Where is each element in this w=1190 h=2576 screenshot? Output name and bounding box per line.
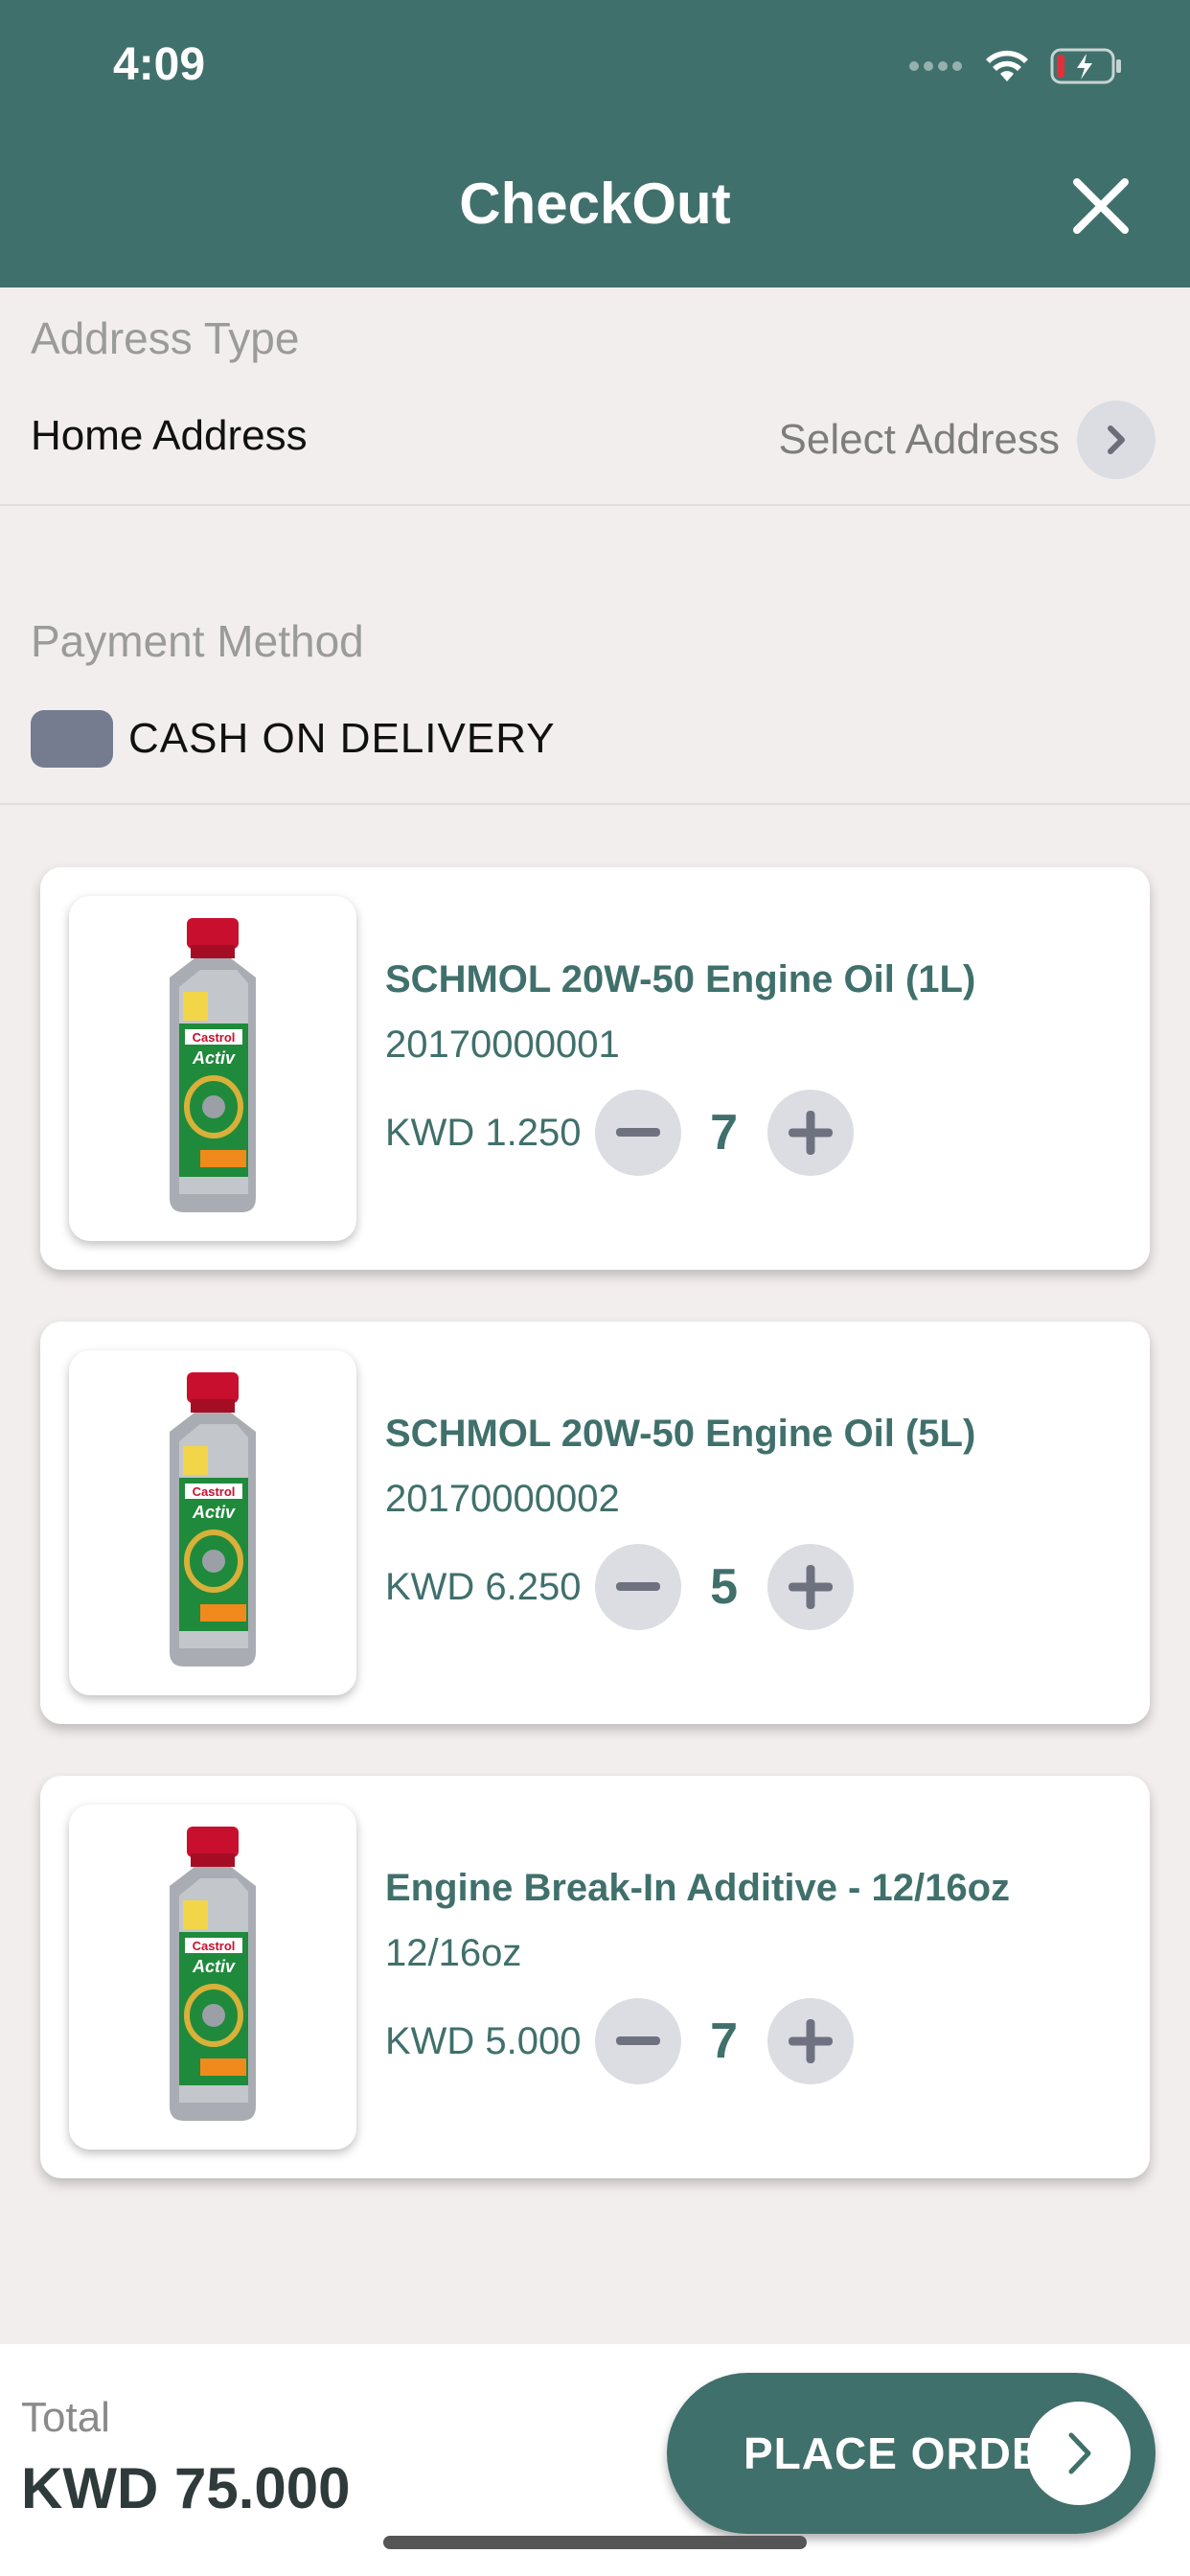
product-image: Castrol Activ [69,896,356,1241]
minus-icon [615,1128,660,1137]
wifi-icon [986,50,1028,81]
payment-option-cod[interactable]: CASH ON DELIVERY [31,709,556,769]
product-image: Castrol Activ [69,1350,356,1695]
address-type-value: Home Address [31,412,308,459]
chevron-right-icon [1077,401,1156,479]
oil-bottle-icon: Castrol Activ [170,918,256,1212]
price-row: KWD 1.250 7 [385,1090,854,1176]
svg-text:Castrol: Castrol [193,1939,236,1953]
page-title: CheckOut [459,172,731,236]
plus-icon [788,1111,833,1155]
decrease-quantity-button[interactable] [594,1544,681,1630]
close-button[interactable] [1067,172,1134,240]
select-address-label: Select Address [778,416,1061,463]
quantity-value: 5 [710,1559,738,1615]
increase-quantity-button[interactable] [767,1998,854,2084]
price-row: KWD 5.000 7 [385,1998,854,2084]
place-order-label: PLACE ORDER [744,2428,1075,2478]
address-type-label: Address Type [31,313,300,363]
address-section: Address Type Home Address Select Address [0,288,1190,506]
plus-icon [788,1565,833,1609]
product-price: KWD 1.250 [385,1111,582,1154]
plus-icon [788,2019,833,2063]
product-sku: 12/16oz [385,1932,522,1974]
product-name: SCHMOL 20W-50 Engine Oil (1L) [385,958,976,1000]
cart-item: Castrol Activ SCHMOL 20W-50 Engine Oil (… [40,867,1150,1270]
payment-method-label: Payment Method [31,616,364,666]
payment-section: Payment Method CASH ON DELIVERY [0,506,1190,805]
increase-quantity-button[interactable] [767,1090,854,1176]
decrease-quantity-button[interactable] [594,1090,681,1176]
svg-text:Castrol: Castrol [193,1484,236,1499]
product-price: KWD 5.000 [385,2019,582,2062]
payment-checkbox[interactable] [31,710,113,768]
select-address-button[interactable]: Select Address [779,401,1156,479]
quantity-value: 7 [710,1105,738,1161]
battery-icon [1050,48,1121,84]
product-name: SCHMOL 20W-50 Engine Oil (5L) [385,1413,976,1455]
price-row: KWD 6.250 5 [385,1544,854,1630]
app-header: 4:09 CheckOut [0,0,1190,288]
product-price: KWD 6.250 [385,1565,582,1608]
decrease-quantity-button[interactable] [594,1998,681,2084]
product-sku: 20170000001 [385,1024,620,1066]
increase-quantity-button[interactable] [767,1544,854,1630]
arrow-right-icon [1027,2402,1131,2505]
quantity-value: 7 [710,2013,738,2069]
product-name: Engine Break-In Additive - 12/16oz [385,1867,1011,1909]
cart-item: Castrol Activ Engine Break-In Additive -… [40,1776,1150,2178]
status-icons [909,42,1123,90]
cart-item: Castrol Activ SCHMOL 20W-50 Engine Oil (… [40,1322,1150,1724]
payment-option-label: CASH ON DELIVERY [128,715,556,762]
svg-text:Activ: Activ [192,1048,236,1068]
oil-bottle-icon: Castrol Activ [170,1827,256,2121]
svg-text:Activ: Activ [192,1503,236,1522]
close-icon [1073,178,1129,234]
status-time: 4:09 [113,39,206,90]
place-order-button[interactable]: PLACE ORDER [667,2373,1156,2534]
svg-text:Activ: Activ [192,1957,236,1976]
svg-text:Castrol: Castrol [193,1030,236,1045]
product-image: Castrol Activ [69,1805,356,2150]
oil-bottle-icon: Castrol Activ [170,1372,256,1667]
signal-icon [909,61,962,71]
home-indicator[interactable] [383,2536,807,2549]
total-label: Total [21,2394,110,2441]
product-sku: 20170000002 [385,1478,620,1520]
minus-icon [615,2036,660,2045]
total-value: KWD 75.000 [21,2456,351,2520]
minus-icon [615,1582,660,1591]
